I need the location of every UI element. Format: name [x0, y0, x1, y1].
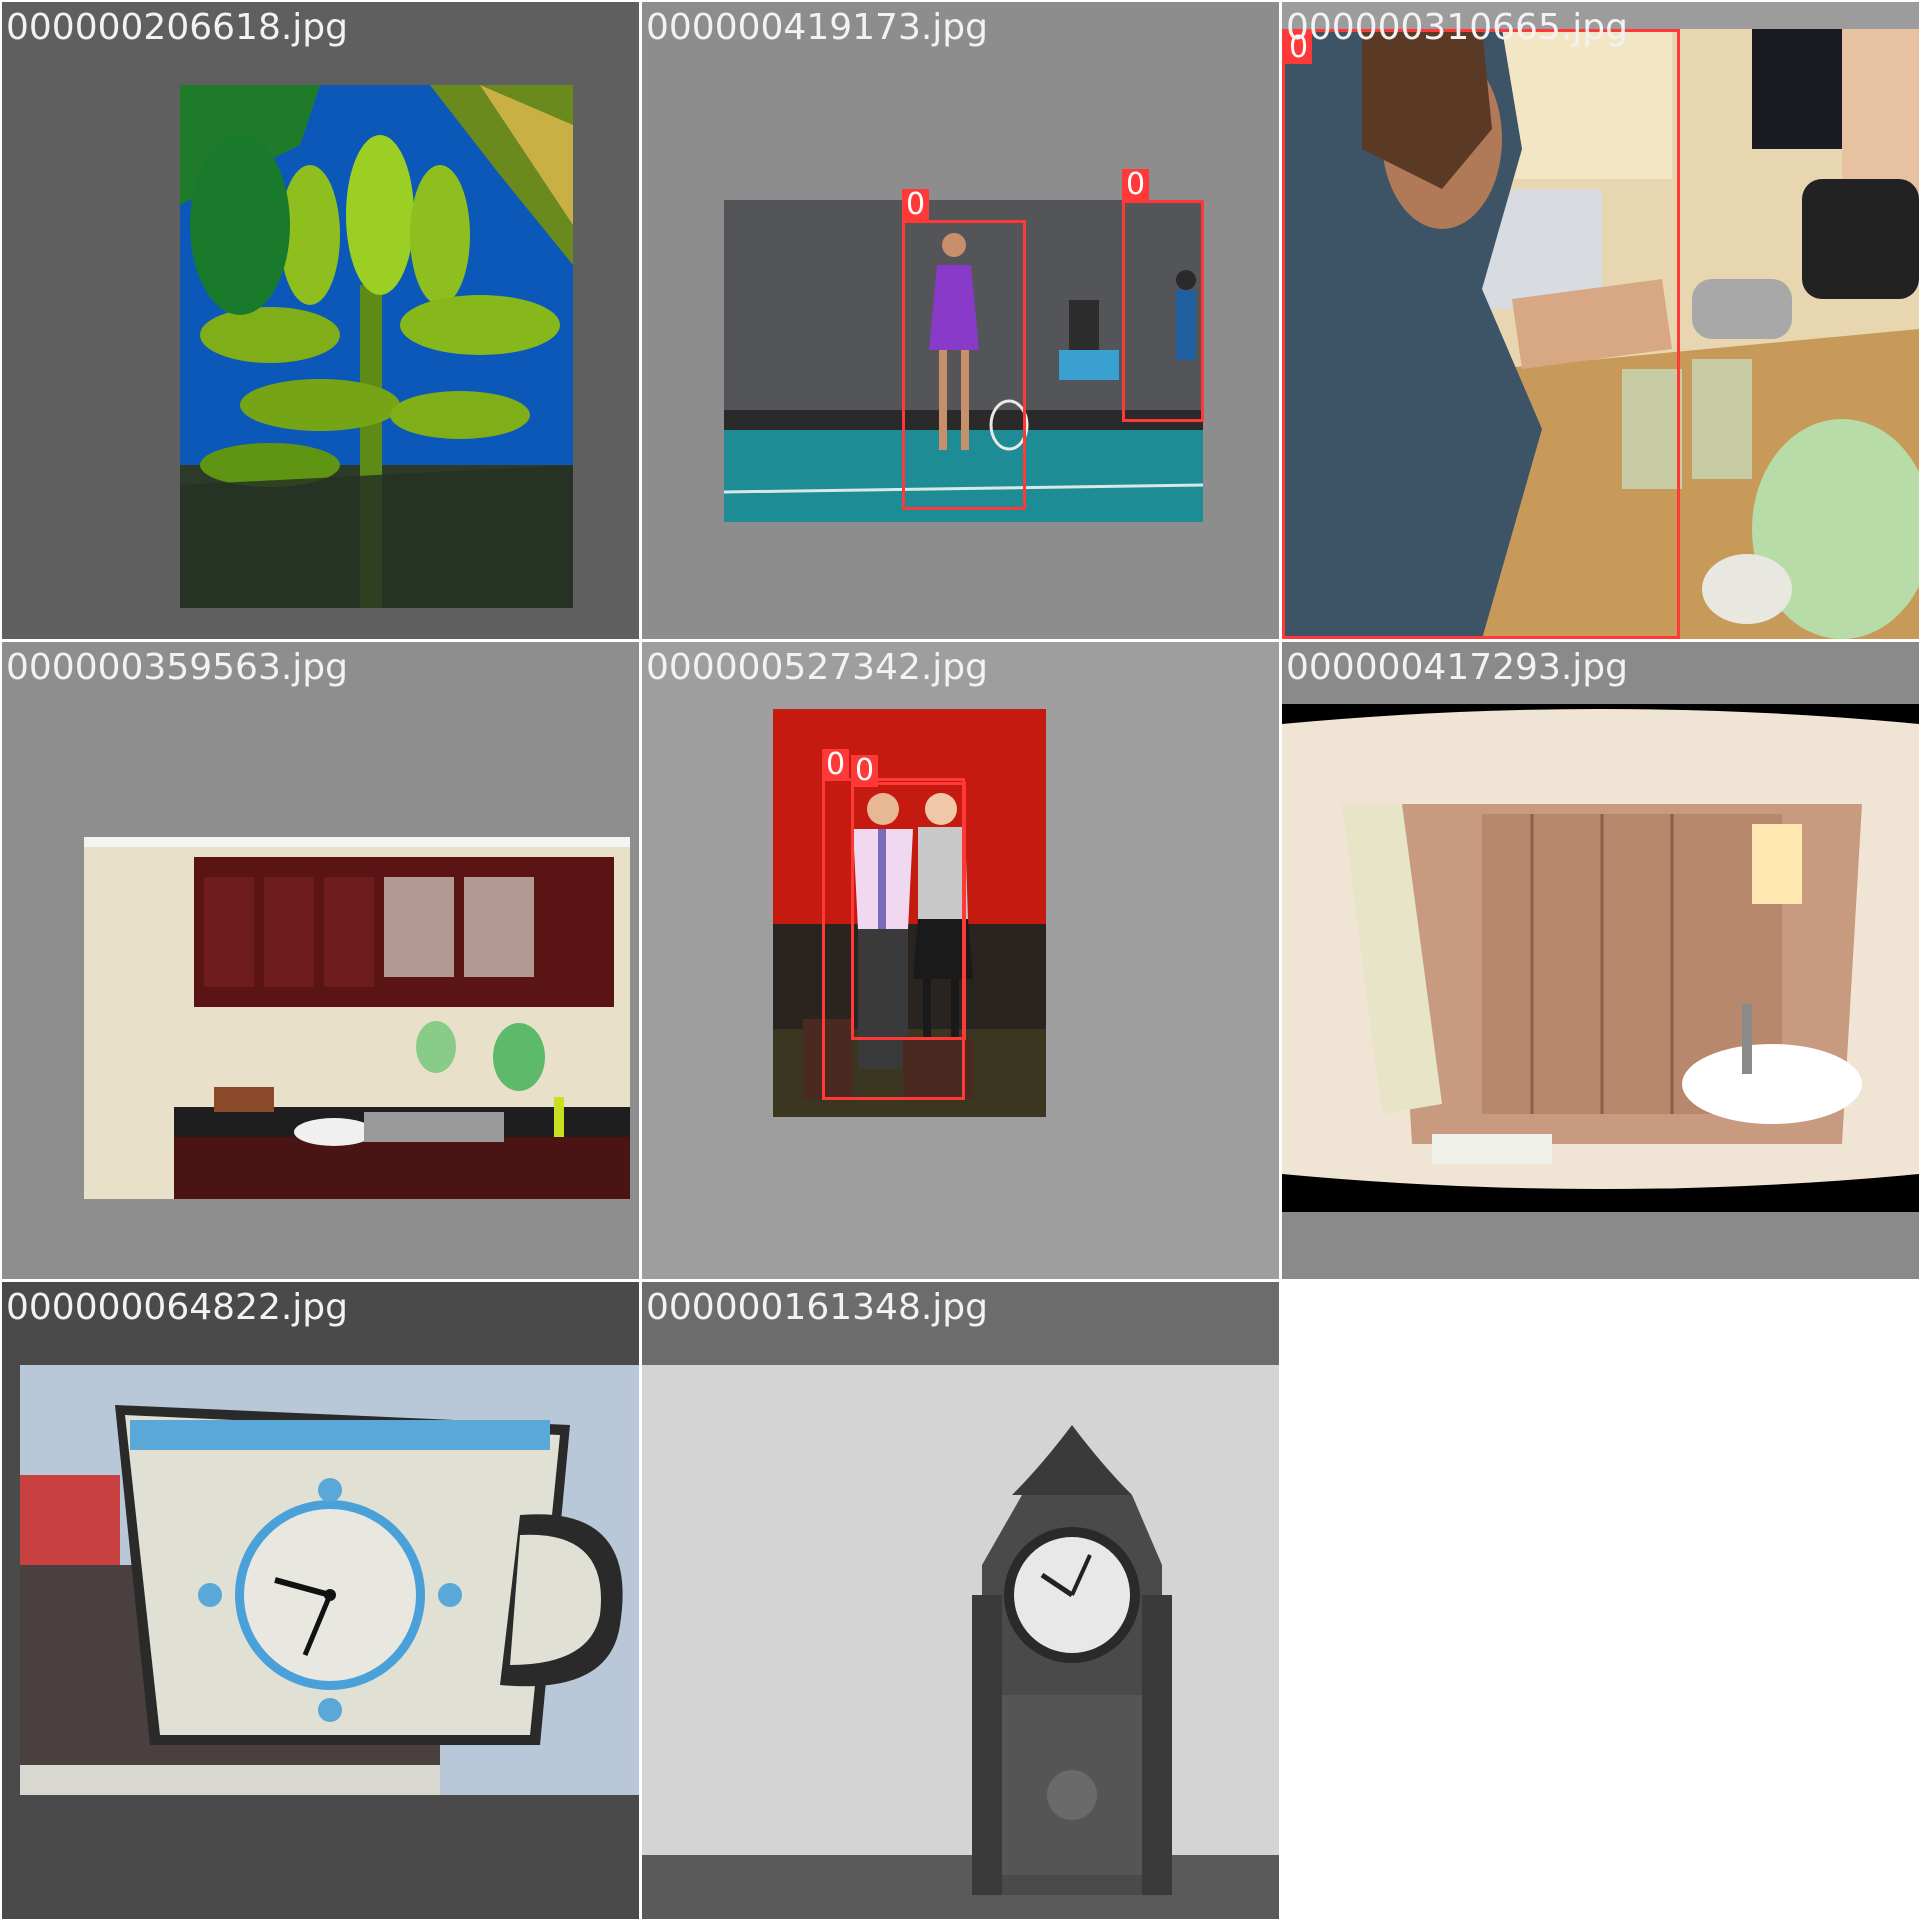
mosaic-tile-5: 000000527342.jpg 0 0: [642, 642, 1279, 1279]
tile-filename: 000000527342.jpg: [646, 647, 988, 688]
photo-kitchen-sink-cabinets: [84, 837, 630, 1199]
mosaic-tile-1: 000000206618.jpg: [2, 2, 639, 639]
photo-mantel-clock: [642, 1365, 1279, 1919]
tile-filename: 000000417293.jpg: [1286, 647, 1628, 688]
detection-box: 0: [1282, 29, 1680, 639]
detection-box: 0: [851, 755, 966, 1040]
tile-filename: 000000419173.jpg: [646, 7, 988, 48]
empty-cell: [1282, 1282, 1918, 1918]
detection-label: 0: [902, 189, 930, 221]
tile-filename: 000000310665.jpg: [1286, 7, 1628, 48]
detection-box: 0: [1122, 169, 1204, 422]
tile-filename: 000000359563.jpg: [6, 647, 348, 688]
detection-label: 0: [851, 755, 879, 787]
mosaic-tile-2: 000000419173.jpg 0 0: [642, 2, 1279, 639]
photo-teacup-clock-sign: [20, 1365, 639, 1795]
tile-filename: 000000161348.jpg: [646, 1287, 988, 1328]
detection-label: 0: [822, 749, 850, 781]
mosaic-tile-8: 000000161348.jpg: [642, 1282, 1279, 1919]
mosaic-tile-7: 000000064822.jpg: [2, 1282, 639, 1919]
mosaic-tile-4: 000000359563.jpg: [2, 642, 639, 1279]
detection-box: 0: [902, 189, 1026, 510]
photo-banana-bunch: [180, 85, 573, 608]
mosaic-tile-6: 000000417293.jpg: [1282, 642, 1919, 1279]
tile-filename: 000000206618.jpg: [6, 7, 348, 48]
photo-panoramic-bathroom: [1282, 704, 1919, 1212]
mosaic-tile-3: 000000310665.jpg 0: [1282, 2, 1919, 639]
detection-label: 0: [1122, 169, 1150, 201]
tile-filename: 000000064822.jpg: [6, 1287, 348, 1328]
